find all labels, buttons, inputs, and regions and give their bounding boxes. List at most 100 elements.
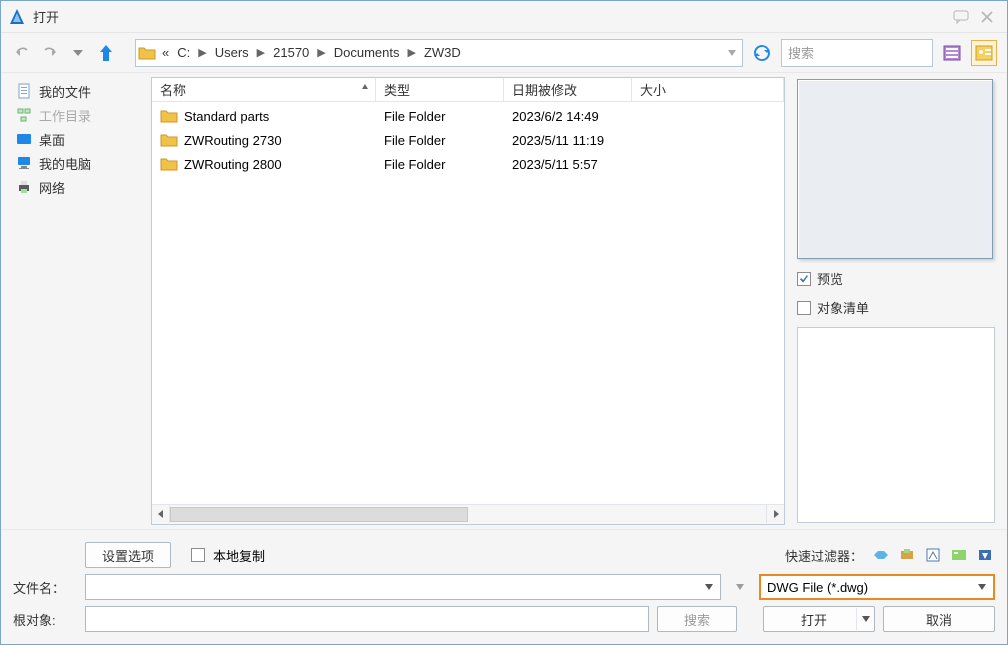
- preview-checkbox-row[interactable]: 预览: [797, 269, 995, 288]
- nav-up-button[interactable]: [95, 42, 117, 64]
- filter-part-icon[interactable]: [871, 546, 891, 564]
- filename-label: 文件名：: [13, 578, 77, 597]
- preview-thumbnail: [797, 79, 993, 259]
- file-row[interactable]: ZWRouting 2800 File Folder 2023/5/11 5:5…: [152, 152, 784, 176]
- local-copy-checkbox[interactable]: [191, 548, 205, 562]
- folder-icon: [160, 109, 178, 123]
- breadcrumb-item[interactable]: 21570: [269, 40, 313, 66]
- folder-icon: [160, 133, 178, 147]
- scroll-thumb[interactable]: [170, 507, 468, 522]
- desktop-icon: [15, 131, 33, 147]
- root-object-input[interactable]: [85, 606, 649, 632]
- object-list-box[interactable]: [797, 327, 995, 523]
- scroll-left-arrow[interactable]: [152, 505, 170, 523]
- nav-back-button[interactable]: [11, 42, 33, 64]
- sidebar-item-label: 工作目录: [39, 106, 91, 125]
- file-list-header: 名称 类型 日期被修改 大小: [152, 78, 784, 102]
- sidebar-item-label: 桌面: [39, 130, 65, 149]
- file-list-panel: 名称 类型 日期被修改 大小 Standard parts File Folde…: [151, 77, 785, 525]
- file-type-value: DWG File (*.dwg): [767, 580, 868, 595]
- breadcrumb-bar[interactable]: « C: ▶ Users ▶ 21570 ▶ Documents ▶ ZW3D: [135, 39, 743, 67]
- cancel-button[interactable]: 取消: [883, 606, 995, 632]
- preview-checkbox[interactable]: [797, 272, 811, 286]
- chevron-down-icon[interactable]: [704, 583, 714, 591]
- local-copy-label: 本地复制: [213, 546, 265, 565]
- column-header-type[interactable]: 类型: [376, 78, 504, 101]
- breadcrumb-dropdown[interactable]: [720, 40, 742, 66]
- view-mode-preview-button[interactable]: [971, 40, 997, 66]
- view-mode-list-button[interactable]: [939, 40, 965, 66]
- document-icon: [15, 83, 33, 99]
- file-type-combo[interactable]: DWG File (*.dwg): [759, 574, 995, 600]
- file-name: ZWRouting 2800: [184, 157, 282, 172]
- file-name: Standard parts: [184, 109, 269, 124]
- filename-dropdown-extra[interactable]: [729, 576, 751, 598]
- filter-drawing-icon[interactable]: [923, 546, 943, 564]
- sidebar-network[interactable]: 网络: [1, 175, 151, 199]
- file-row[interactable]: Standard parts File Folder 2023/6/2 14:4…: [152, 104, 784, 128]
- breadcrumb-item[interactable]: C:: [173, 40, 194, 66]
- breadcrumb-item[interactable]: ZW3D: [420, 40, 465, 66]
- file-date: 2023/5/11 11:19: [504, 133, 632, 148]
- chevron-down-icon[interactable]: [977, 583, 987, 591]
- breadcrumb-item[interactable]: Documents: [330, 40, 404, 66]
- column-header-size[interactable]: 大小: [632, 78, 784, 101]
- refresh-button[interactable]: [749, 40, 775, 66]
- preview-panel: 预览 对象清单: [785, 73, 1007, 529]
- sidebar-desktop[interactable]: 桌面: [1, 127, 151, 151]
- filter-assembly-icon[interactable]: [897, 546, 917, 564]
- quick-filter-icons: [871, 546, 995, 564]
- preview-label: 预览: [817, 269, 843, 288]
- objectlist-checkbox[interactable]: [797, 301, 811, 315]
- sidebar-item-label: 我的电脑: [39, 154, 91, 173]
- file-row[interactable]: ZWRouting 2730 File Folder 2023/5/11 11:…: [152, 128, 784, 152]
- navigation-toolbar: « C: ▶ Users ▶ 21570 ▶ Documents ▶ ZW3D …: [1, 33, 1007, 73]
- file-date: 2023/6/2 14:49: [504, 109, 632, 124]
- filter-sketch-icon[interactable]: [949, 546, 969, 564]
- sidebar-item-label: 网络: [39, 178, 65, 197]
- sidebar-my-files[interactable]: 我的文件: [1, 79, 151, 103]
- printer-icon: [15, 179, 33, 195]
- chevron-right-icon: ▶: [404, 46, 420, 59]
- search-input[interactable]: 搜索: [781, 39, 933, 67]
- file-type: File Folder: [376, 157, 504, 172]
- filter-cam-icon[interactable]: [975, 546, 995, 564]
- open-button-dropdown[interactable]: [856, 608, 874, 630]
- sidebar-my-computer[interactable]: 我的电脑: [1, 151, 151, 175]
- column-header-name[interactable]: 名称: [152, 78, 376, 101]
- filename-input[interactable]: [85, 574, 721, 600]
- sort-asc-icon: [361, 83, 369, 91]
- places-sidebar: 我的文件 工作目录 桌面 我的电脑 网络: [1, 73, 151, 529]
- breadcrumb-item[interactable]: Users: [211, 40, 253, 66]
- chevron-right-icon: ▶: [194, 46, 210, 59]
- objectlist-checkbox-row[interactable]: 对象清单: [797, 298, 995, 317]
- objectlist-label: 对象清单: [817, 298, 869, 317]
- file-name: ZWRouting 2730: [184, 133, 282, 148]
- search-placeholder: 搜索: [788, 43, 814, 62]
- quick-filter-label: 快速过滤器：: [785, 546, 863, 565]
- folder-icon: [136, 46, 158, 60]
- breadcrumb-prefix[interactable]: «: [158, 40, 173, 66]
- close-icon[interactable]: [975, 7, 999, 27]
- horizontal-scrollbar[interactable]: [152, 504, 784, 524]
- open-dialog: 打开 « C: ▶ Users ▶: [0, 0, 1008, 645]
- scroll-right-arrow[interactable]: [766, 505, 784, 523]
- root-object-label: 根对象:: [13, 610, 77, 629]
- tree-icon: [15, 107, 33, 123]
- feedback-icon[interactable]: [949, 7, 973, 27]
- scroll-track[interactable]: [170, 507, 766, 522]
- titlebar: 打开: [1, 1, 1007, 33]
- column-header-date[interactable]: 日期被修改: [504, 78, 632, 101]
- sidebar-working-dir: 工作目录: [1, 103, 151, 127]
- search-root-button[interactable]: 搜索: [657, 606, 737, 632]
- nav-forward-button[interactable]: [39, 42, 61, 64]
- file-list[interactable]: Standard parts File Folder 2023/6/2 14:4…: [152, 102, 784, 504]
- bottom-panel: 设置选项 本地复制 快速过滤器： 文件名： D: [1, 529, 1007, 644]
- nav-recent-dropdown[interactable]: [67, 42, 89, 64]
- folder-icon: [160, 157, 178, 171]
- file-date: 2023/5/11 5:57: [504, 157, 632, 172]
- settings-button[interactable]: 设置选项: [85, 542, 171, 568]
- chevron-right-icon: ▶: [313, 46, 329, 59]
- file-type: File Folder: [376, 133, 504, 148]
- open-button[interactable]: 打开: [763, 606, 875, 632]
